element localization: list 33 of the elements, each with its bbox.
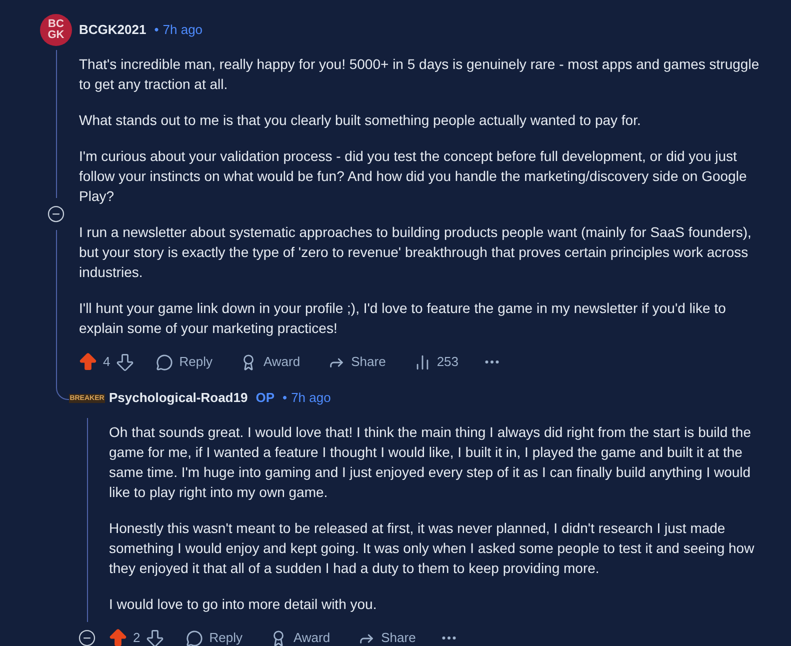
timestamp: 7h ago [162, 21, 203, 40]
comment-text: I would love to go into more detail with you. [109, 595, 378, 614]
comment-text: Honestly this wasn't meant to be released at first, it was never planned, I didn't research I just made something I would enjoy and kept going. It was only when I asked some people to test it and seeing how they enjoyed it that all of a sudden I had a duty to them to keep providing more. [109, 519, 756, 578]
collapse-icon[interactable] [78, 629, 96, 646]
share-button[interactable]: Share [350, 624, 424, 646]
share-button[interactable]: Share [320, 348, 394, 376]
comment-text: That's incredible man, really happy for you! 5000+ in 5 days is genuinely rare - most apps and games struggle to get any traction at all. [79, 55, 760, 94]
op-label: OP [256, 389, 275, 408]
collapse-icon[interactable] [47, 205, 65, 223]
separator-dot: • [282, 389, 288, 408]
reply-button[interactable]: Reply [148, 348, 220, 376]
avatar-initials: BC [48, 19, 64, 30]
comment-text: I run a newsletter about systematic approaches to building products people want (mainly for SaaS founders), but your story is exactly the type of 'zero to revenue' breakthrough that proves certain principles work across industries. [79, 223, 752, 282]
avatar-initials: GK [48, 30, 64, 41]
upvote-icon[interactable] [107, 627, 129, 646]
upvote-icon[interactable] [77, 351, 99, 373]
comment-text: I'm curious about your validation process - did you test the concept before full development, or did you just follow your instincts on what would be fun? And how did you handle the marketing/discovery side on Google Play? [79, 147, 748, 206]
award-button[interactable]: Award [232, 348, 308, 376]
comment-text: I'll hunt your game link down in your profile ;), I'd love to feature the game in my newsletter if you'd like to explain some of your marketing practices! [79, 299, 727, 338]
comment-text: What stands out to me is that you clearly built something people actually wanted to pay for. [79, 111, 642, 130]
comment-text: Oh that sounds great. I would love that! I think the main thing I always did right from the start is build the game for me, if I wanted a feature I thought I would like, I built it in, I played the game and built it at the same time. I'm huge into gaming and I just enjoyed every step of it as I can finally build anything I would like to play right into my own game. [109, 423, 752, 502]
vote-count: 2 [133, 629, 140, 646]
reply-button[interactable]: Reply [178, 624, 250, 646]
username[interactable]: Psychological-Road19 [109, 388, 248, 408]
speech-bubble-icon [156, 354, 174, 370]
award-button[interactable]: Award [262, 624, 338, 646]
username[interactable]: BCGK2021 [79, 20, 146, 40]
views-button[interactable]: 253 [406, 348, 467, 376]
timestamp: 7h ago [291, 389, 331, 408]
speech-bubble-icon [186, 630, 204, 646]
separator-dot: • [154, 21, 159, 40]
vote-count: 4 [103, 353, 110, 372]
avatar[interactable]: BC GK [40, 14, 72, 46]
